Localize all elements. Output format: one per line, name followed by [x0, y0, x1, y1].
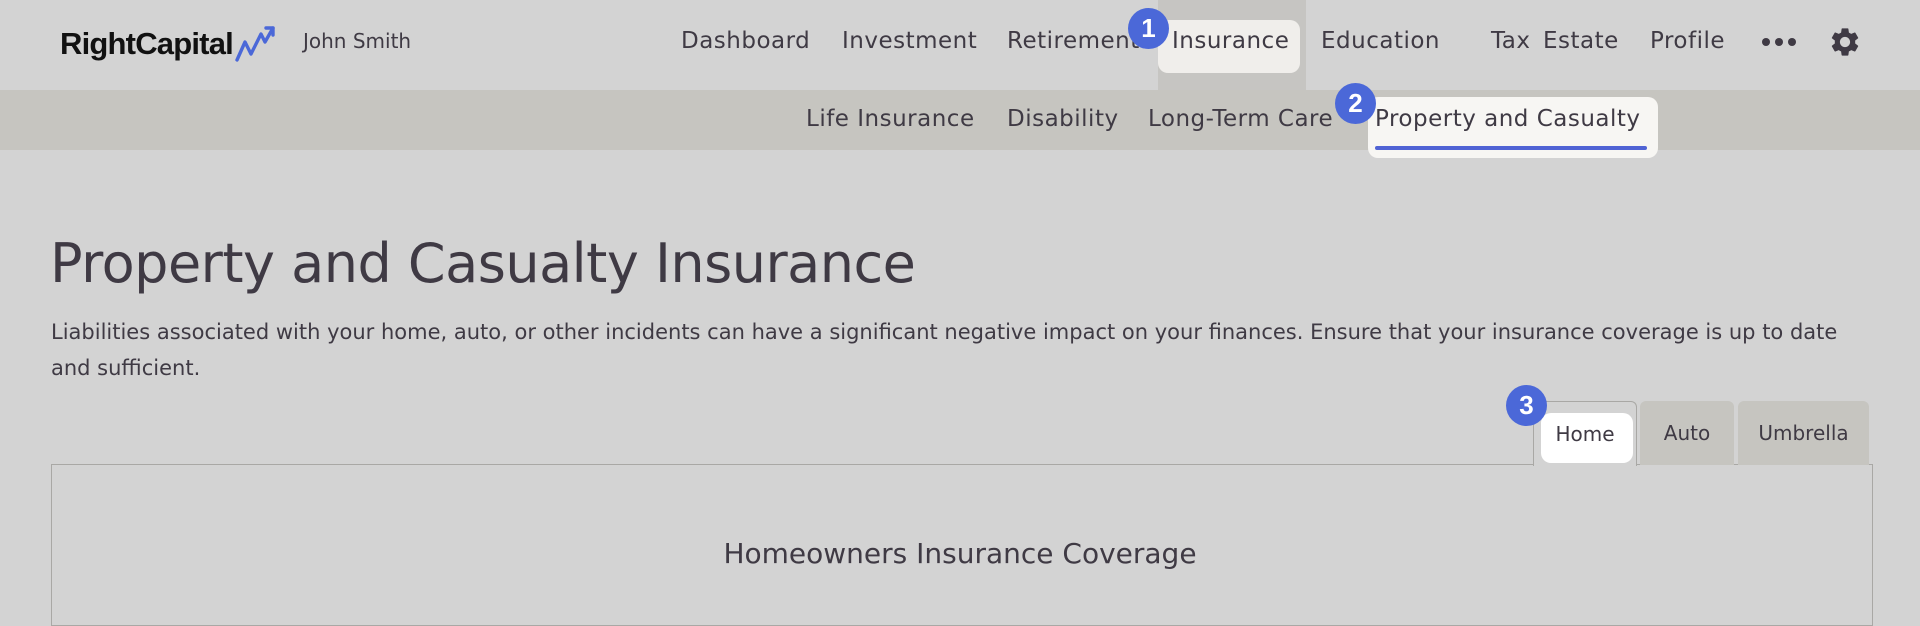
tab-auto[interactable]: Auto: [1640, 401, 1734, 465]
subnav-item-long-term-care[interactable]: Long-Term Care: [1148, 106, 1333, 132]
nav-item-profile[interactable]: Profile: [1650, 28, 1725, 54]
dot: [1762, 38, 1770, 46]
user-name[interactable]: John Smith: [303, 29, 411, 53]
step-badge-3: 3: [1506, 385, 1547, 426]
nav-item-investment[interactable]: Investment: [842, 28, 977, 54]
tab-label-umbrella: Umbrella: [1758, 421, 1849, 445]
dot: [1788, 38, 1796, 46]
tab-label-auto: Auto: [1663, 421, 1711, 445]
dot: [1775, 38, 1783, 46]
tab-home[interactable]: Home: [1533, 401, 1637, 466]
logo-text: RightCapital: [60, 26, 234, 61]
nav-item-dashboard[interactable]: Dashboard: [681, 28, 810, 54]
gear-icon[interactable]: [1828, 25, 1862, 59]
more-dots-icon[interactable]: [1762, 38, 1796, 46]
nav-item-education[interactable]: Education: [1321, 28, 1440, 54]
section-title: Homeowners Insurance Coverage: [723, 537, 1197, 570]
nav-item-tax[interactable]: Tax: [1491, 28, 1530, 54]
step-badge-1: 1: [1128, 8, 1169, 49]
subnav-item-disability[interactable]: Disability: [1007, 106, 1119, 132]
logo-arrow-icon: [235, 26, 275, 62]
rightcapital-logo[interactable]: RightCapital: [60, 22, 277, 66]
subnav-active-underline: [1375, 146, 1647, 150]
tab-label-home: Home: [1555, 422, 1615, 446]
subnav-item-life-insurance[interactable]: Life Insurance: [806, 106, 975, 132]
nav-item-insurance[interactable]: Insurance: [1172, 28, 1289, 54]
tab-umbrella[interactable]: Umbrella: [1738, 401, 1869, 465]
step-badge-2: 2: [1335, 83, 1376, 124]
nav-item-estate[interactable]: Estate: [1543, 28, 1619, 54]
nav-item-retirement[interactable]: Retirement: [1007, 28, 1140, 54]
subnav-item-property-and-casualty[interactable]: Property and Casualty: [1375, 106, 1641, 132]
page-title: Property and Casualty Insurance: [50, 232, 916, 295]
page-description: Liabilities associated with your home, a…: [51, 320, 1838, 380]
